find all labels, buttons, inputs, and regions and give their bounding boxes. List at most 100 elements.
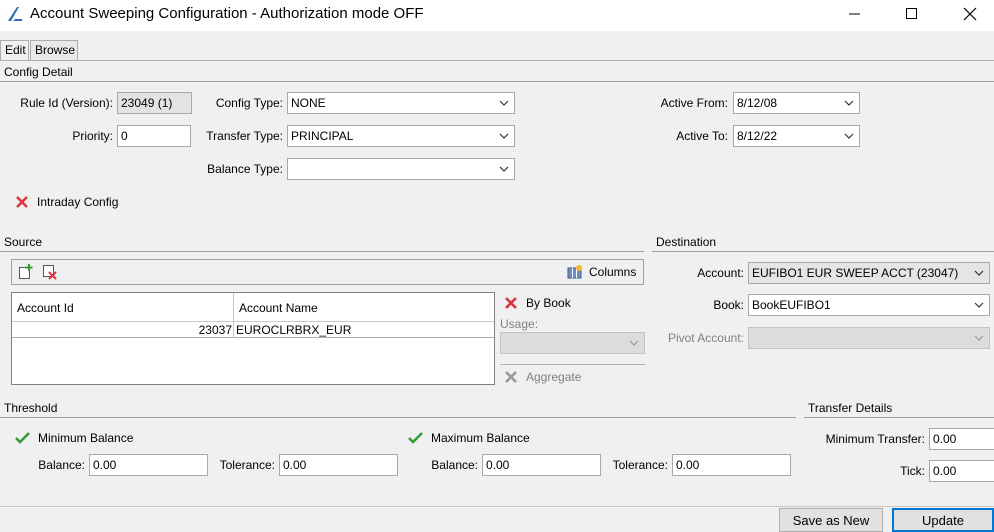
columns-icon	[567, 265, 582, 279]
config-detail-separator	[0, 81, 994, 82]
column-header-account-id[interactable]: Account Id	[12, 293, 234, 322]
usage-separator	[500, 364, 645, 365]
add-row-icon[interactable]	[18, 264, 34, 280]
checkmark-icon	[15, 432, 30, 444]
min-tolerance-field[interactable]: 0.00	[279, 454, 398, 476]
destination-book-select[interactable]: BookEUFIBO1	[748, 294, 990, 316]
column-header-account-name[interactable]: Account Name	[234, 293, 494, 322]
chevron-down-icon	[974, 335, 984, 341]
by-book-label: By Book	[526, 296, 571, 310]
destination-account-label: Account:	[697, 266, 744, 280]
account-id-cell: 23037	[198, 323, 232, 337]
balance-type-label: Balance Type:	[207, 162, 283, 176]
active-from-select[interactable]: 8/12/08	[733, 92, 860, 114]
cross-icon	[16, 196, 28, 208]
priority-label: Priority:	[72, 129, 113, 143]
cell-divider	[233, 322, 234, 338]
title-bar: Account Sweeping Configuration - Authori…	[0, 0, 994, 31]
config-type-select[interactable]: NONE	[287, 92, 515, 114]
minimize-button[interactable]	[832, 0, 878, 28]
active-from-label: Active From:	[660, 96, 728, 110]
active-from-value: 8/12/08	[737, 96, 778, 110]
min-transfer-field[interactable]: 0.00	[929, 428, 994, 450]
config-type-label: Config Type:	[215, 96, 283, 110]
maximum-balance-label: Maximum Balance	[431, 431, 530, 445]
minimize-icon	[849, 13, 860, 15]
threshold-title: Threshold	[4, 401, 58, 415]
active-to-label: Active To:	[676, 129, 728, 143]
source-title: Source	[4, 235, 43, 249]
columns-label: Columns	[589, 265, 637, 279]
chevron-down-icon	[499, 100, 509, 106]
app-logo-icon	[8, 7, 22, 21]
minimum-balance-label: Minimum Balance	[38, 431, 134, 445]
min-balance-field[interactable]: 0.00	[89, 454, 208, 476]
footer-separator	[0, 506, 994, 507]
max-tolerance-label: Tolerance:	[612, 458, 668, 472]
chevron-down-icon	[974, 270, 984, 276]
minimum-balance-toggle[interactable]: Minimum Balance	[15, 431, 133, 445]
source-accounts-table: Account Id Account Name 23037 EUROCLRBRX…	[11, 292, 495, 385]
chevron-down-icon	[499, 133, 509, 139]
columns-button[interactable]: Columns	[567, 264, 636, 280]
rule-id-field: 23049 (1)	[117, 92, 192, 114]
config-detail-title: Config Detail	[4, 65, 73, 79]
config-type-value: NONE	[291, 96, 326, 110]
aggregate-toggle: Aggregate	[504, 370, 581, 384]
remove-row-icon[interactable]	[42, 264, 58, 280]
transfer-type-value: PRINCIPAL	[291, 129, 354, 143]
destination-separator	[652, 251, 994, 252]
destination-account-value: EUFIBO1 EUR SWEEP ACCT (23047)	[752, 266, 959, 280]
tick-field[interactable]: 0.00	[929, 460, 994, 482]
aggregate-label: Aggregate	[526, 370, 582, 384]
tab-browse[interactable]: Browse	[30, 40, 78, 60]
by-book-toggle[interactable]: By Book	[504, 296, 571, 310]
max-tolerance-field[interactable]: 0.00	[672, 454, 791, 476]
tab-divider	[0, 60, 994, 61]
chevron-down-icon	[974, 302, 984, 308]
destination-book-label: Book:	[713, 298, 744, 312]
maximize-button[interactable]	[889, 0, 935, 28]
close-icon	[963, 7, 977, 21]
usage-label: Usage:	[500, 317, 539, 331]
destination-account-select[interactable]: EUFIBO1 EUR SWEEP ACCT (23047)	[748, 262, 990, 284]
threshold-separator	[0, 417, 796, 418]
checkmark-icon	[408, 432, 423, 444]
tab-edit[interactable]: Edit	[0, 40, 29, 61]
account-name-cell: EUROCLRBRX_EUR	[236, 323, 352, 337]
intraday-config-toggle[interactable]: Intraday Config	[15, 195, 118, 209]
chevron-down-icon	[844, 100, 854, 106]
max-balance-label: Balance:	[431, 458, 478, 472]
maximum-balance-toggle[interactable]: Maximum Balance	[408, 431, 530, 445]
rule-id-label: Rule Id (Version):	[20, 96, 113, 110]
chevron-down-icon	[629, 340, 639, 346]
pivot-account-select	[748, 327, 990, 349]
cross-icon	[505, 297, 517, 309]
chevron-down-icon	[499, 166, 509, 172]
save-as-new-button[interactable]: Save as New	[779, 508, 883, 532]
tick-label: Tick:	[900, 464, 925, 478]
balance-type-select[interactable]	[287, 158, 515, 180]
max-balance-field[interactable]: 0.00	[482, 454, 601, 476]
pivot-account-label: Pivot Account:	[667, 331, 744, 345]
close-button[interactable]	[947, 0, 993, 28]
table-row[interactable]: 23037 EUROCLRBRX_EUR	[12, 322, 494, 338]
window-title: Account Sweeping Configuration - Authori…	[30, 5, 424, 22]
transfer-details-title: Transfer Details	[808, 401, 893, 415]
active-to-select[interactable]: 8/12/22	[733, 125, 860, 147]
intraday-config-label: Intraday Config	[37, 195, 119, 209]
update-button[interactable]: Update	[892, 508, 994, 532]
active-to-value: 8/12/22	[737, 129, 778, 143]
cross-icon	[505, 371, 517, 383]
min-transfer-label: Minimum Transfer:	[825, 432, 925, 446]
transfer-type-label: Transfer Type:	[206, 129, 283, 143]
priority-field[interactable]: 0	[117, 125, 191, 147]
destination-book-value: BookEUFIBO1	[752, 298, 831, 312]
transfer-details-separator	[804, 417, 994, 418]
maximize-icon	[906, 8, 917, 19]
transfer-type-select[interactable]: PRINCIPAL	[287, 125, 515, 147]
source-toolbar: Columns	[11, 259, 644, 285]
source-separator	[0, 251, 644, 252]
min-balance-label: Balance:	[38, 458, 85, 472]
min-tolerance-label: Tolerance:	[219, 458, 275, 472]
